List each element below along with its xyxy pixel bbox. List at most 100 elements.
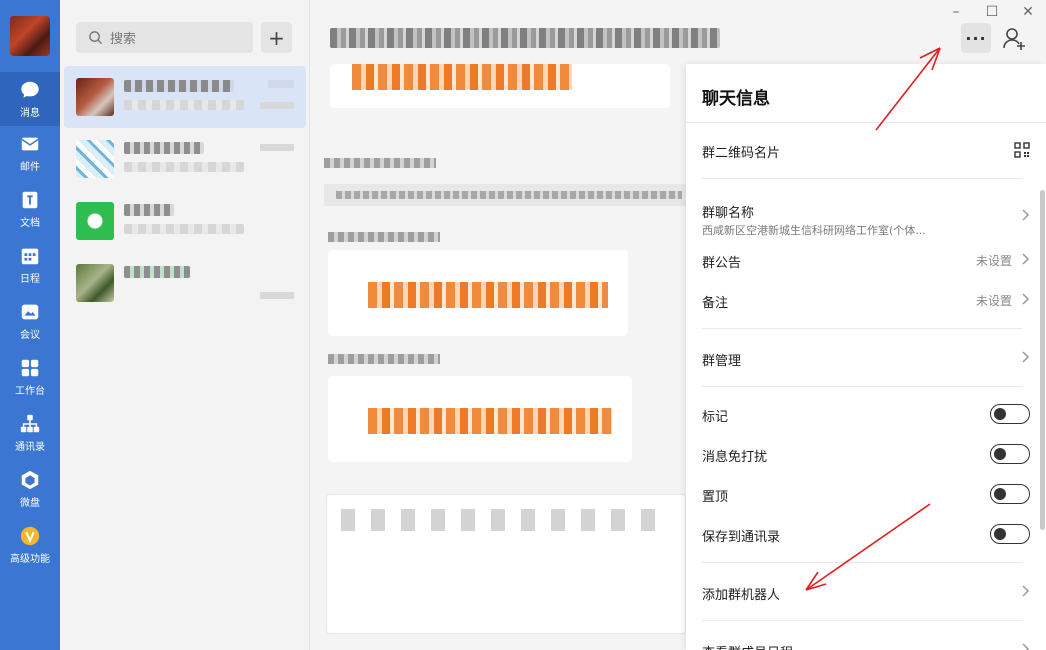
add-member-button[interactable]: [1002, 26, 1028, 52]
nav-item-calendar[interactable]: 日程: [0, 238, 60, 292]
pin-toggle[interactable]: [990, 484, 1030, 504]
group-manage-row[interactable]: 群管理: [686, 338, 1046, 378]
mark-row: 标记: [686, 394, 1046, 434]
save-contacts-toggle[interactable]: [990, 524, 1030, 544]
message-text-blurred: [352, 64, 572, 90]
row-label: 标记: [702, 410, 729, 425]
avatar: [76, 202, 114, 240]
conversation-name-blurred: [124, 266, 190, 278]
conversation-name-blurred: [124, 204, 174, 216]
row-label: 置顶: [702, 490, 729, 505]
chevron-right-icon: [1022, 643, 1030, 650]
row-label: 消息免打扰: [702, 450, 768, 465]
pin-row: 置顶: [686, 474, 1046, 514]
chevron-right-icon: [1022, 585, 1030, 597]
remark-row[interactable]: 备注 未设置: [686, 280, 1046, 320]
row-label: 群管理: [702, 354, 742, 369]
chat-title-blurred: [330, 28, 720, 48]
meeting-icon: [21, 304, 39, 320]
conversation-time-blurred: [268, 80, 294, 88]
message-input[interactable]: [326, 494, 686, 634]
chevron-right-icon: [1022, 293, 1030, 305]
conversation-preview-blurred: [124, 224, 244, 234]
apps-icon: [21, 359, 39, 377]
chevron-right-icon: [1022, 351, 1030, 363]
plus-icon: +: [268, 25, 285, 50]
mute-toggle[interactable]: [990, 444, 1030, 464]
member-schedule-row[interactable]: 查看群成员日程: [686, 630, 1046, 650]
chat-info-panel: 聊天信息 群二维码名片 群聊名称 西咸新区空港新城生信科研网络工作室(个体...…: [686, 64, 1046, 650]
nav-label: 工作台: [15, 386, 45, 397]
row-label: 群二维码名片: [702, 146, 781, 161]
list-item[interactable]: [64, 190, 306, 252]
close-icon: ✕: [1022, 4, 1034, 20]
calendar-icon: [21, 248, 39, 265]
more-icon: ···: [965, 28, 987, 48]
conversation-time-blurred: [260, 144, 294, 151]
user-avatar[interactable]: [10, 16, 50, 56]
save-contacts-row: 保存到通讯录: [686, 514, 1046, 554]
panel-title: 聊天信息: [702, 89, 770, 109]
chevron-right-icon: [1022, 209, 1030, 221]
nav-item-meeting[interactable]: 会议: [0, 294, 60, 348]
nav-item-messages[interactable]: 消息: [0, 72, 60, 126]
conversation-badge-blurred: [260, 102, 294, 109]
message-bubble: [328, 250, 628, 336]
search-input[interactable]: 搜索: [76, 22, 253, 53]
mail-icon: [21, 137, 39, 151]
announcement-row[interactable]: 群公告 未设置: [686, 240, 1046, 280]
minimize-button[interactable]: –: [946, 4, 966, 20]
conversation-name-blurred: [124, 80, 234, 92]
mark-toggle[interactable]: [990, 404, 1030, 424]
more-button[interactable]: ···: [961, 23, 991, 53]
chevron-right-icon: [1022, 253, 1030, 265]
conversation-list: 搜索 +: [60, 0, 310, 650]
maximize-icon: ☐: [985, 4, 999, 20]
add-user-icon: [1003, 28, 1025, 50]
sender-name-blurred: [328, 354, 440, 364]
premium-icon: [20, 526, 40, 546]
nav-item-workbench[interactable]: 工作台: [0, 350, 60, 404]
create-button[interactable]: +: [261, 22, 292, 53]
nav-label: 文档: [20, 218, 40, 229]
avatar: [76, 264, 114, 302]
conversation-time-blurred: [260, 292, 294, 299]
list-item[interactable]: [64, 252, 306, 314]
nav-label: 会议: [20, 330, 40, 341]
avatar: [76, 78, 114, 116]
nav-item-mail[interactable]: 邮件: [0, 126, 60, 180]
message-bubble: [330, 64, 670, 108]
mute-row: 消息免打扰: [686, 434, 1046, 474]
chat-icon: [21, 81, 39, 98]
row-label: 群聊名称: [702, 206, 755, 221]
minimize-icon: –: [952, 4, 960, 20]
message-code-line: [324, 184, 694, 206]
row-label: 保存到通讯录: [702, 530, 781, 545]
nav-rail: 消息 邮件 文档 日程 会议 工作台 通讯录 微盘 高级功能: [0, 0, 60, 650]
conversation-preview-blurred: [124, 162, 244, 172]
list-item[interactable]: [64, 128, 306, 190]
maximize-button[interactable]: ☐: [982, 4, 1002, 20]
conversation-name-blurred: [124, 142, 204, 154]
document-icon: [22, 191, 38, 209]
conversation-preview-blurred: [124, 100, 244, 110]
row-label: 备注: [702, 296, 729, 311]
nav-label: 通讯录: [15, 442, 45, 453]
search-placeholder: 搜索: [110, 32, 137, 47]
message-text-blurred: [368, 408, 612, 434]
nav-item-docs[interactable]: 文档: [0, 182, 60, 236]
row-label: 查看群成员日程: [702, 642, 793, 650]
group-name-row[interactable]: 群聊名称 西咸新区空港新城生信科研网络工作室(个体...: [686, 190, 1046, 246]
message-text-blurred: [368, 282, 608, 308]
group-qr-row[interactable]: 群二维码名片: [686, 130, 1046, 170]
nav-item-contacts[interactable]: 通讯录: [0, 406, 60, 460]
list-item[interactable]: [64, 66, 306, 128]
toolbar-blurred: [341, 509, 671, 531]
row-value: 未设置: [975, 254, 1012, 268]
message-bubble: [328, 376, 632, 462]
nav-item-premium[interactable]: 高级功能: [0, 518, 60, 572]
nav-item-drive[interactable]: 微盘: [0, 462, 60, 516]
add-bot-row[interactable]: 添加群机器人: [686, 572, 1046, 612]
panel-scrollbar[interactable]: [1040, 190, 1045, 530]
close-button[interactable]: ✕: [1018, 4, 1038, 20]
